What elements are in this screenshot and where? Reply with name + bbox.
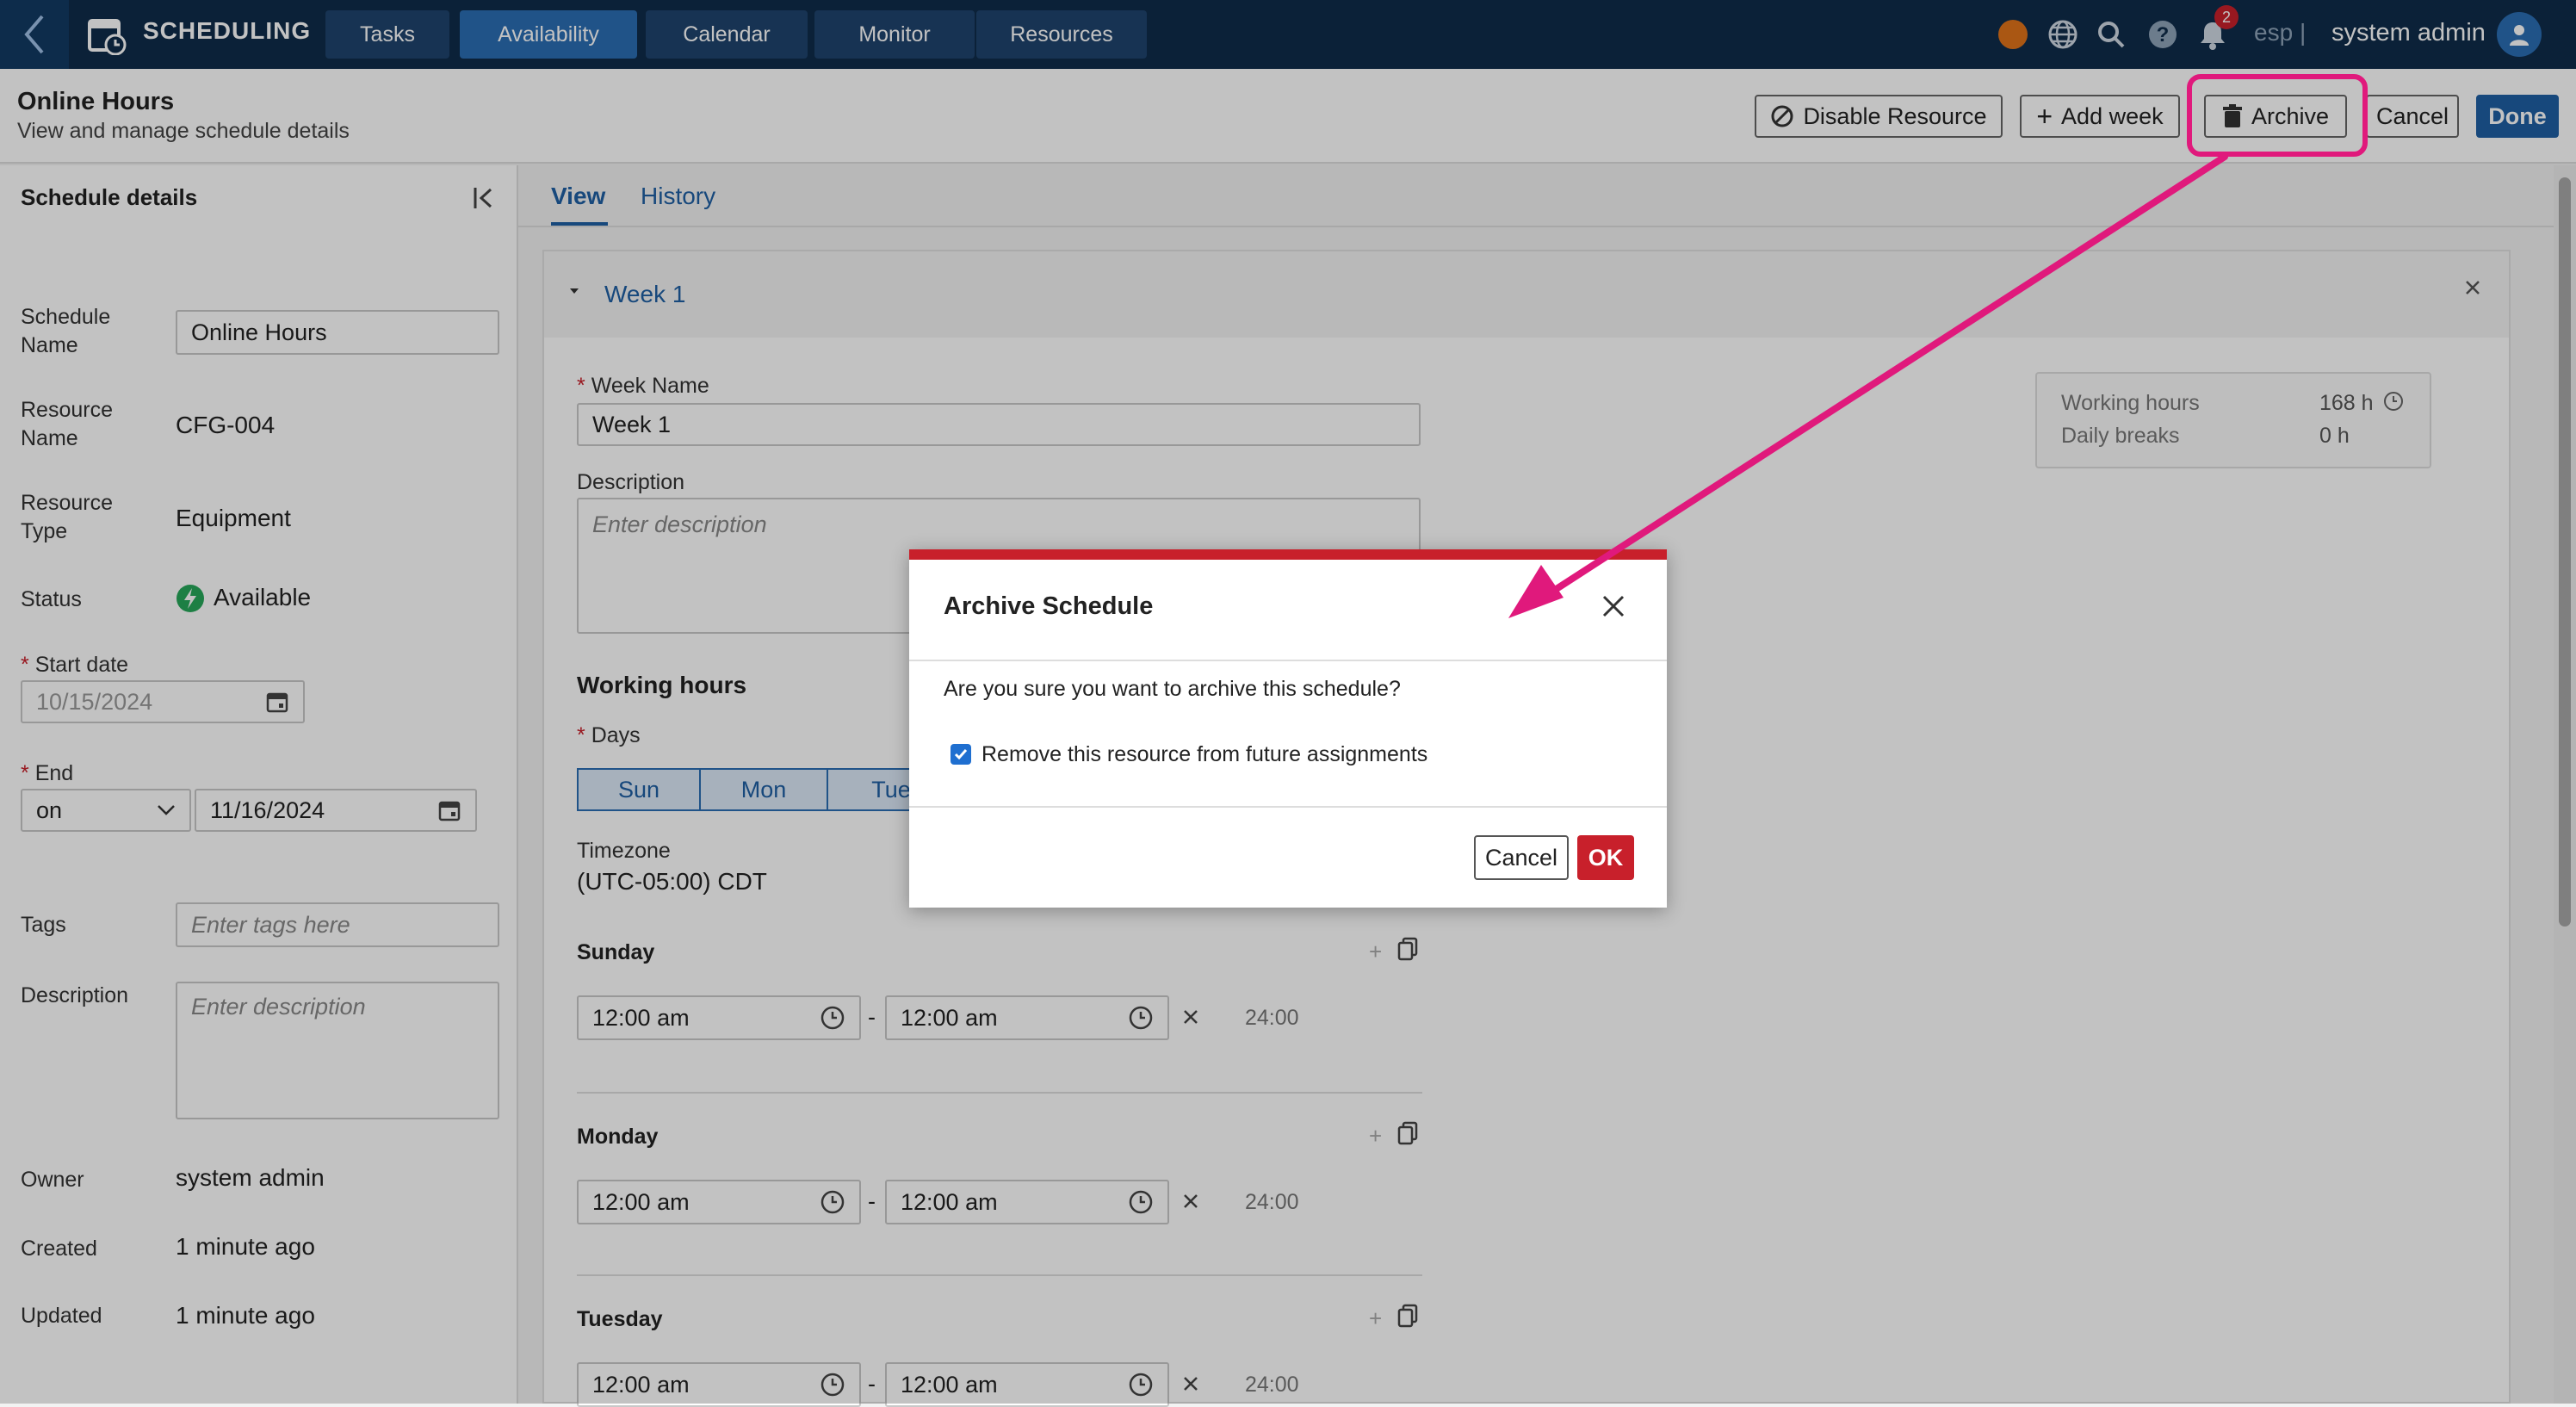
dialog-message: Are you sure you want to archive this sc… <box>944 677 1401 701</box>
dialog-title: Archive Schedule <box>944 592 1154 620</box>
dialog-divider <box>909 806 1667 808</box>
dialog-divider <box>909 660 1667 661</box>
close-icon[interactable] <box>1596 589 1631 623</box>
dialog-cancel-button[interactable]: Cancel <box>1474 835 1569 880</box>
remove-from-assignments-checkbox[interactable] <box>951 744 971 765</box>
dialog-ok-button[interactable]: OK <box>1577 835 1634 880</box>
checkbox-label[interactable]: Remove this resource from future assignm… <box>981 742 1427 767</box>
archive-highlight-annotation <box>2187 74 2368 157</box>
checkmark-icon <box>954 749 968 760</box>
